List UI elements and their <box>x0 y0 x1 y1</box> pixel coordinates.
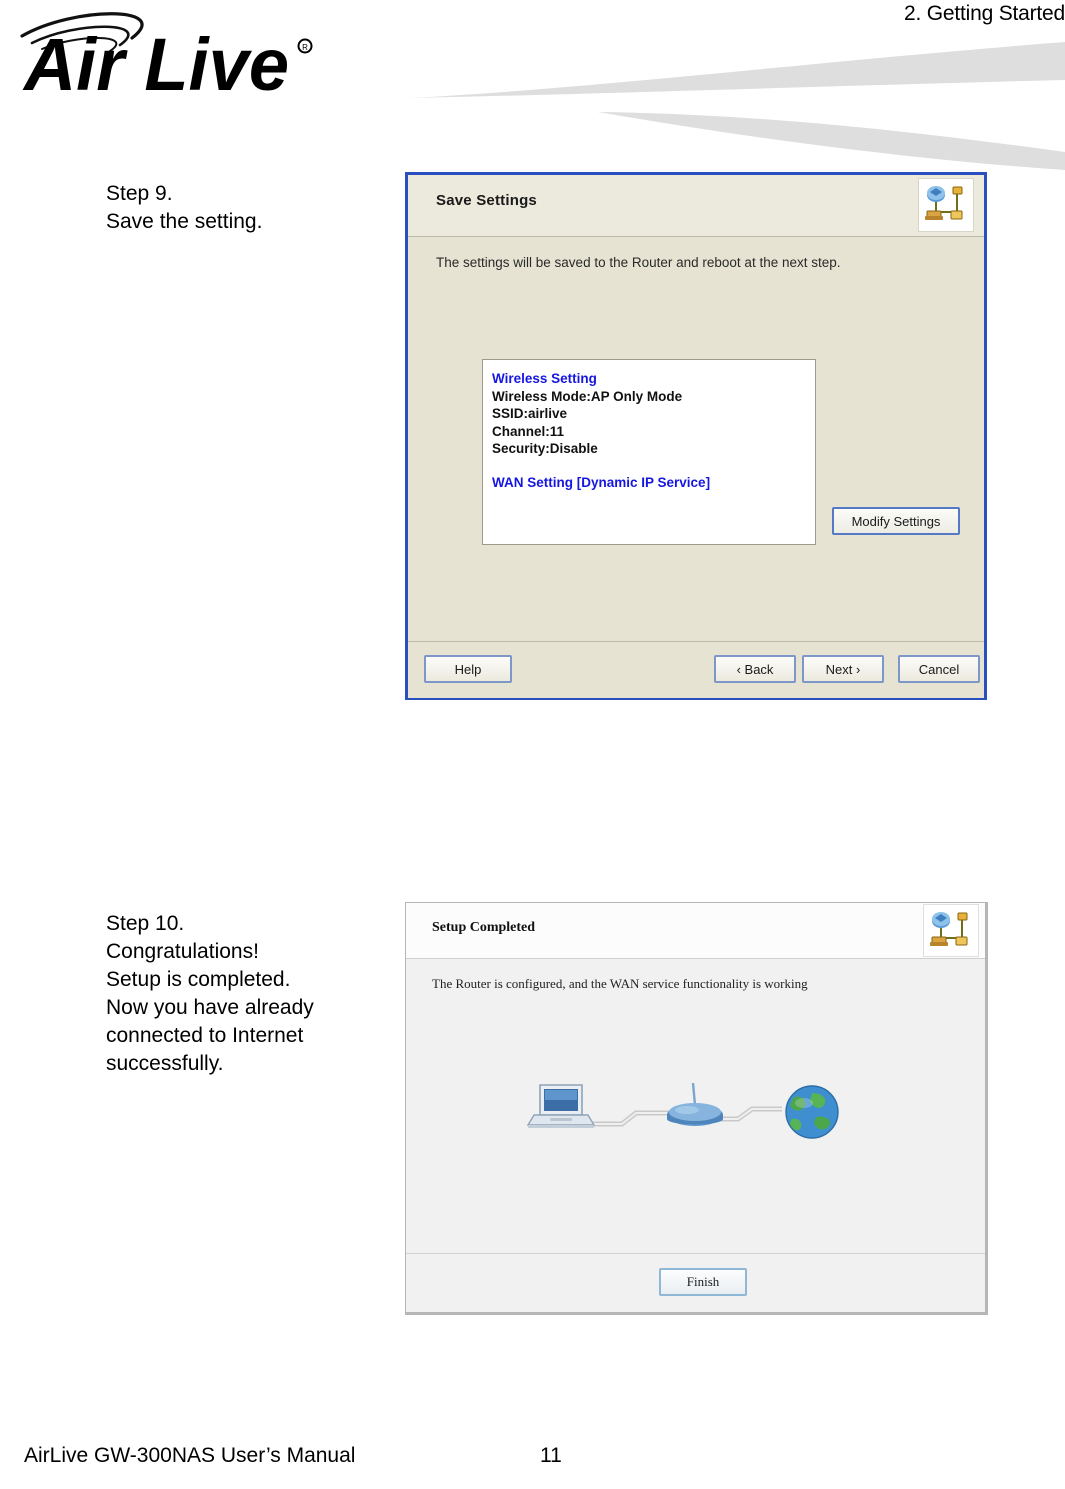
wan-setting-heading: WAN Setting [Dynamic IP Service] <box>492 474 711 490</box>
network-setup-icon <box>923 904 979 957</box>
cable-link-2 <box>716 1106 782 1122</box>
cable-link-1 <box>590 1110 674 1127</box>
network-setup-icon <box>918 178 974 232</box>
save-settings-footer: Help ‹ Back Next › Cancel <box>408 641 984 698</box>
step-10-instruction: Step 10. Congratulations! Setup is compl… <box>106 910 381 1078</box>
setup-completed-footer: Finish <box>406 1253 985 1311</box>
settings-summary-box: Wireless Setting Wireless Mode:AP Only M… <box>482 359 816 545</box>
svg-text:R: R <box>302 43 308 52</box>
back-button[interactable]: ‹ Back <box>714 655 796 683</box>
help-button[interactable]: Help <box>424 655 512 683</box>
network-topology-diagram <box>524 1067 854 1157</box>
next-button[interactable]: Next › <box>802 655 884 683</box>
setup-completed-description: The Router is configured, and the WAN se… <box>432 976 808 991</box>
step-10-line-2: Congratulations! <box>106 940 259 963</box>
wireless-setting-heading: Wireless Setting <box>492 371 597 386</box>
header-swoosh-decoration <box>400 40 1065 170</box>
step-9-line-1: Step 9. <box>106 182 173 205</box>
setup-completed-title: Setup Completed <box>432 920 536 935</box>
save-settings-description: The settings will be saved to the Router… <box>436 255 841 270</box>
channel-value: Channel:11 <box>492 423 565 439</box>
setup-completed-titlebar: Setup Completed <box>406 903 985 959</box>
airlive-logo: Air Live R <box>14 8 334 108</box>
wireless-mode-value: Wireless Mode:AP Only Mode <box>492 388 683 404</box>
page-header: 2. Getting Started Air Live R <box>0 0 1065 170</box>
laptop-icon <box>526 1084 596 1128</box>
page-footer: AirLive GW-300NAS User’s Manual 11 <box>0 1444 1065 1484</box>
step-10-line-3: Setup is completed. <box>106 968 291 991</box>
step-9-instruction: Step 9. Save the setting. <box>106 180 381 236</box>
chapter-title: 2. Getting Started <box>904 2 1065 25</box>
manual-title: AirLive GW-300NAS User’s Manual <box>24 1444 356 1467</box>
finish-button[interactable]: Finish <box>659 1268 747 1296</box>
security-value: Security:Disable <box>492 441 598 456</box>
step-10-line-4: Now you have already <box>106 996 314 1019</box>
save-settings-body: The settings will be saved to the Router… <box>408 237 984 641</box>
summary-spacer <box>492 458 815 474</box>
step-10-line-1: Step 10. <box>106 912 185 935</box>
modify-settings-button[interactable]: Modify Settings <box>832 507 960 535</box>
setup-completed-dialog: Setup Completed The Router is configured… <box>405 902 988 1315</box>
save-settings-title: Save Settings <box>436 192 537 209</box>
setup-completed-body: The Router is configured, and the WAN se… <box>406 959 985 1253</box>
svg-text:Air Live: Air Live <box>22 23 289 106</box>
router-icon <box>667 1082 723 1126</box>
globe-icon <box>785 1085 839 1139</box>
step-9-line-2: Save the setting. <box>106 210 263 233</box>
cancel-button[interactable]: Cancel <box>898 655 980 683</box>
page-number: 11 <box>540 1444 562 1467</box>
save-settings-dialog: Save Settings The settings will be saved… <box>405 172 987 700</box>
save-settings-titlebar: Save Settings <box>408 175 984 237</box>
step-10-line-5: connected to Internet <box>106 1024 304 1047</box>
step-10-line-6: successfully. <box>106 1052 224 1075</box>
ssid-value: SSID:airlive <box>492 406 568 421</box>
